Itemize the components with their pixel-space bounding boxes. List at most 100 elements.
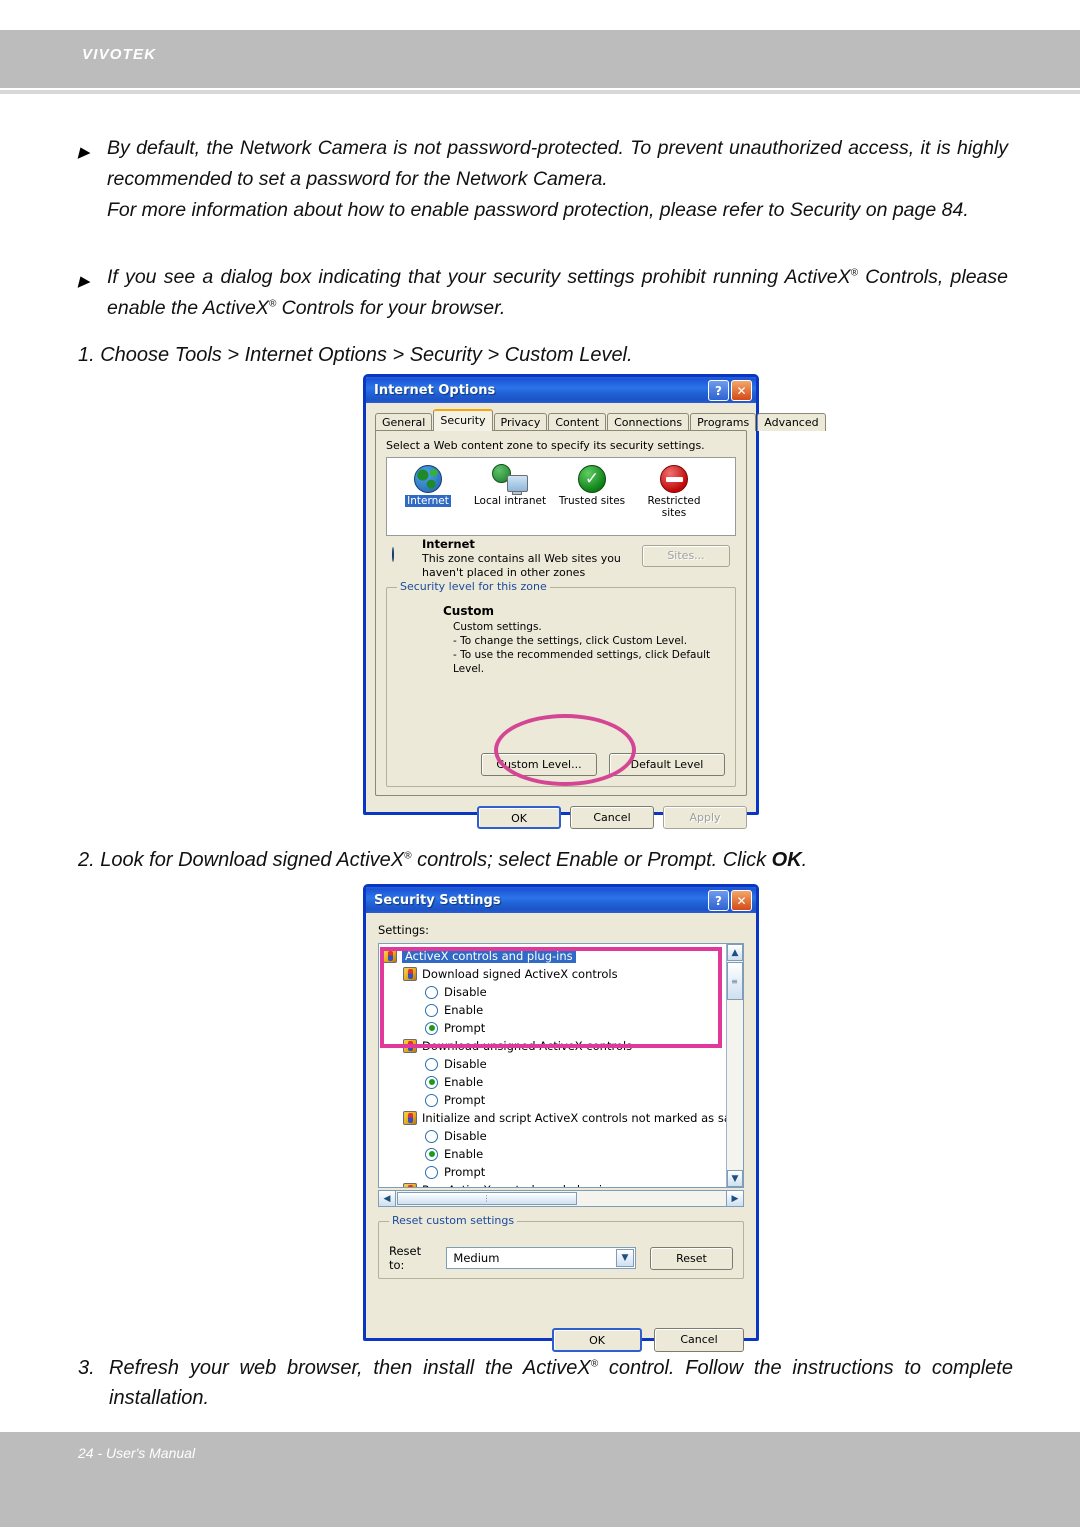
page-footer: 24 - User's Manual bbox=[0, 1432, 1080, 1527]
list-item-label: Enable bbox=[444, 1003, 484, 1017]
list-item[interactable]: Prompt bbox=[383, 1163, 726, 1181]
help-icon[interactable]: ? bbox=[708, 890, 729, 911]
tab-programs[interactable]: Programs bbox=[690, 413, 757, 431]
close-icon[interactable]: ✕ bbox=[731, 890, 752, 911]
chevron-down-icon[interactable]: ▼ bbox=[615, 1249, 634, 1267]
ok-button[interactable]: OK bbox=[552, 1328, 642, 1352]
scroll-left-icon[interactable]: ◀ bbox=[379, 1191, 396, 1206]
help-icon[interactable]: ? bbox=[708, 380, 729, 401]
titlebar-buttons: ? ✕ bbox=[708, 380, 752, 401]
dialog-title: Security Settings bbox=[374, 892, 501, 908]
horizontal-scrollbar-thumb[interactable]: ⋮ bbox=[397, 1192, 577, 1205]
activex-category-icon bbox=[383, 949, 397, 963]
cancel-button[interactable]: Cancel bbox=[654, 1328, 744, 1352]
tab-connections[interactable]: Connections bbox=[607, 413, 690, 431]
activex-category-icon bbox=[403, 1039, 417, 1053]
tab-privacy[interactable]: Privacy bbox=[493, 413, 548, 431]
list-item[interactable]: Initialize and script ActiveX controls n… bbox=[383, 1109, 742, 1127]
apply-button[interactable]: Apply bbox=[663, 806, 747, 829]
sites-button[interactable]: Sites... bbox=[642, 545, 730, 567]
list-item[interactable]: Disable bbox=[383, 1127, 726, 1145]
zone-local-intranet[interactable]: Local intranet bbox=[469, 463, 551, 507]
reset-row: Reset to: Medium ▼ Reset bbox=[389, 1244, 733, 1272]
vertical-scrollbar[interactable]: ▲ ≡ ▼ bbox=[726, 944, 743, 1187]
activex-category-icon bbox=[403, 967, 417, 981]
security-level-group: Security level for this zone Custom Cust… bbox=[386, 580, 736, 787]
scroll-right-icon[interactable]: ▶ bbox=[726, 1191, 743, 1206]
list-item-label: Disable bbox=[444, 1057, 487, 1071]
zone-trusted-sites[interactable]: ✓ Trusted sites bbox=[551, 463, 633, 507]
tab-advanced[interactable]: Advanced bbox=[757, 413, 826, 431]
red-deny-icon bbox=[633, 463, 715, 495]
list-item-label: Download signed ActiveX controls bbox=[422, 967, 618, 981]
list-item-label: Download unsigned ActiveX controls bbox=[422, 1039, 633, 1053]
radio-prompt[interactable] bbox=[425, 1165, 438, 1179]
internet-options-dialog: Internet Options ? ✕ General Security Pr… bbox=[363, 374, 826, 829]
zone-restricted-sites-label: Restricted sites bbox=[647, 495, 701, 519]
list-item[interactable]: Disable bbox=[383, 1055, 726, 1073]
radio-prompt[interactable] bbox=[425, 1093, 438, 1107]
list-item[interactable]: Disable bbox=[383, 983, 726, 1001]
vertical-scrollbar-thumb[interactable]: ≡ bbox=[727, 962, 743, 1000]
reset-custom-settings-group: Reset custom settings Reset to: Medium ▼… bbox=[378, 1214, 744, 1279]
close-icon[interactable]: ✕ bbox=[731, 380, 752, 401]
radio-prompt[interactable] bbox=[425, 1021, 438, 1035]
globe-icon bbox=[387, 463, 469, 495]
tab-content[interactable]: Content bbox=[548, 413, 607, 431]
custom-level-button[interactable]: Custom Level... bbox=[481, 753, 597, 776]
list-item[interactable]: Enable bbox=[383, 1145, 726, 1163]
zone-restricted-sites[interactable]: Restricted sites bbox=[633, 463, 715, 519]
horizontal-scrollbar[interactable]: ◀ ⋮ ▶ bbox=[378, 1190, 744, 1207]
default-level-button[interactable]: Default Level bbox=[609, 753, 725, 776]
tab-general[interactable]: General bbox=[375, 413, 433, 431]
scroll-down-icon[interactable]: ▼ bbox=[727, 1170, 743, 1187]
radio-disable[interactable] bbox=[425, 1057, 438, 1071]
cancel-button[interactable]: Cancel bbox=[570, 806, 654, 829]
radio-disable[interactable] bbox=[425, 1129, 438, 1143]
step-1-text: 1. Choose Tools > Internet Options > Sec… bbox=[78, 344, 633, 366]
note-bullet-1-line1: By default, the Network Camera is not pa… bbox=[107, 137, 1008, 190]
reset-to-value: Medium bbox=[453, 1251, 500, 1265]
radio-enable[interactable] bbox=[425, 1075, 438, 1089]
security-level-desc-1: Custom settings. bbox=[453, 621, 542, 633]
zone-internet[interactable]: Internet bbox=[387, 463, 469, 507]
page-folio: 24 - User's Manual bbox=[78, 1445, 196, 1461]
settings-list[interactable]: ActiveX controls and plug-ins Download s… bbox=[378, 943, 744, 1188]
settings-rows: ActiveX controls and plug-ins Download s… bbox=[379, 944, 742, 1187]
intranet-icon bbox=[469, 463, 551, 495]
list-item[interactable]: ActiveX controls and plug-ins bbox=[383, 947, 726, 965]
list-item[interactable]: Enable bbox=[383, 1001, 726, 1019]
list-item[interactable]: Download signed ActiveX controls bbox=[383, 965, 726, 983]
security-level-legend: Security level for this zone bbox=[397, 580, 550, 593]
document-content: ▶ By default, the Network Camera is not … bbox=[0, 0, 1080, 1527]
zone-description-line2: haven't placed in other zones bbox=[422, 566, 586, 579]
step-2-part3: . bbox=[801, 849, 808, 871]
step-2-part1: Look for Download signed ActiveX bbox=[100, 849, 405, 871]
note-bullet-1: ▶ By default, the Network Camera is not … bbox=[78, 133, 1008, 226]
list-item-label: Disable bbox=[444, 1129, 487, 1143]
titlebar-buttons: ? ✕ bbox=[708, 890, 752, 911]
tab-security[interactable]: Security bbox=[433, 409, 493, 431]
globe-icon bbox=[392, 547, 394, 562]
dialog-titlebar: Security Settings ? ✕ bbox=[366, 887, 756, 913]
list-item[interactable]: Prompt bbox=[383, 1019, 726, 1037]
reset-button[interactable]: Reset bbox=[649, 1246, 733, 1270]
dialog-footer-buttons: OK Cancel bbox=[552, 1328, 744, 1352]
zone-description-line1: This zone contains all Web sites you bbox=[422, 552, 621, 565]
list-item[interactable]: Download unsigned ActiveX controls bbox=[383, 1037, 726, 1055]
registered-mark: ® bbox=[404, 850, 412, 862]
zone-hint-text: Select a Web content zone to specify its… bbox=[386, 439, 705, 452]
list-item[interactable]: Enable bbox=[383, 1073, 726, 1091]
list-item[interactable]: Prompt bbox=[383, 1091, 726, 1109]
radio-enable[interactable] bbox=[425, 1147, 438, 1161]
step-3-part1: Refresh your web browser, then install t… bbox=[109, 1357, 591, 1379]
scroll-up-icon[interactable]: ▲ bbox=[727, 944, 743, 961]
radio-disable[interactable] bbox=[425, 985, 438, 999]
list-item[interactable]: Run ActiveX controls and plug-ins bbox=[383, 1181, 726, 1187]
ok-button[interactable]: OK bbox=[477, 806, 561, 829]
zone-selector: Internet Local intranet ✓ Trusted sites bbox=[386, 457, 736, 536]
radio-enable[interactable] bbox=[425, 1003, 438, 1017]
bullet-arrow-icon: ▶ bbox=[78, 273, 90, 290]
reset-to-select[interactable]: Medium ▼ bbox=[446, 1247, 636, 1269]
list-item-label: Enable bbox=[444, 1075, 484, 1089]
